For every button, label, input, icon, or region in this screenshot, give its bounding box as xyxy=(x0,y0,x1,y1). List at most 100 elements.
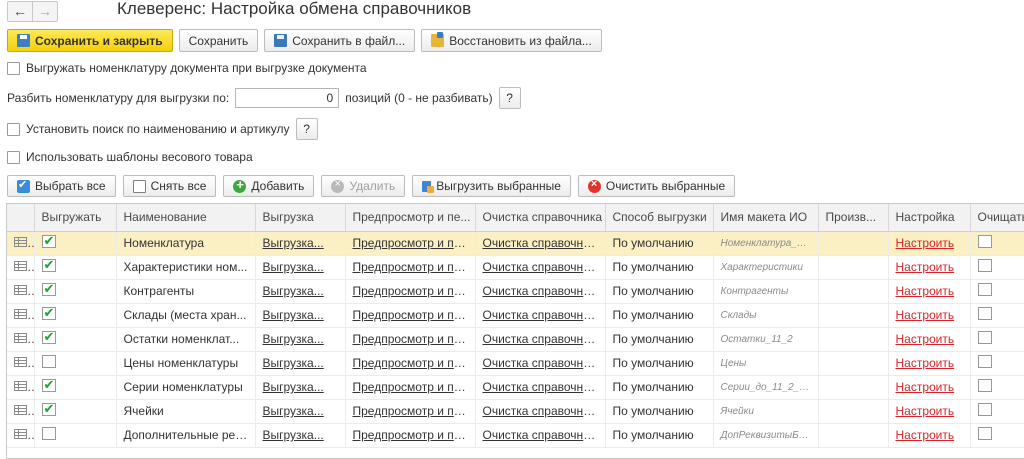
column-header-upload[interactable]: Выгрузка xyxy=(255,204,346,232)
row-method[interactable]: По умолчанию xyxy=(605,327,714,352)
row-clear-link[interactable]: Очистка справочни... xyxy=(475,255,606,280)
row-clear-link[interactable]: Очистка справочни... xyxy=(475,231,606,256)
row-upload-link[interactable]: Выгрузка... xyxy=(255,351,346,376)
row-clean-cell[interactable] xyxy=(970,303,1024,328)
export-nomenclature-option[interactable]: Выгружать номенклатуру документа при выг… xyxy=(7,61,367,75)
row-clean-checkbox[interactable] xyxy=(977,355,992,368)
row-setup-link[interactable]: Настроить xyxy=(888,375,971,400)
row-preview-link[interactable]: Предпросмотр и пе... xyxy=(345,399,476,424)
table-row[interactable]: Склады (места хран...Выгрузка...Предпрос… xyxy=(7,303,1024,328)
row-clear-link[interactable]: Очистка справочни... xyxy=(475,327,606,352)
row-export-checkbox[interactable] xyxy=(41,427,56,440)
save-and-close-button[interactable]: Сохранить и закрыть xyxy=(7,29,173,52)
row-export-cell[interactable] xyxy=(34,351,117,376)
row-producer[interactable] xyxy=(818,303,889,328)
row-clean-checkbox[interactable] xyxy=(977,307,992,320)
row-export-checkbox[interactable] xyxy=(41,257,56,273)
row-clean-checkbox[interactable] xyxy=(977,403,992,416)
add-button[interactable]: Добавить xyxy=(223,175,315,197)
row-method[interactable]: По умолчанию xyxy=(605,255,714,280)
row-export-checkbox[interactable] xyxy=(41,305,56,321)
row-export-checkbox[interactable] xyxy=(41,377,56,393)
row-name[interactable]: Контрагенты xyxy=(116,279,256,304)
row-export-cell[interactable] xyxy=(34,231,117,256)
table-row[interactable]: ЯчейкиВыгрузка...Предпросмотр и пе...Очи… xyxy=(7,399,1024,424)
row-method[interactable]: По умолчанию xyxy=(605,303,714,328)
row-clean-checkbox[interactable] xyxy=(977,331,992,344)
column-header-clear[interactable]: Очистка справочника xyxy=(475,204,606,232)
row-upload-link[interactable]: Выгрузка... xyxy=(255,375,346,400)
restore-from-file-button[interactable]: Восстановить из файла... xyxy=(421,29,602,52)
deselect-all-button[interactable]: Снять все xyxy=(122,175,217,197)
row-export-checkbox[interactable] xyxy=(41,281,56,297)
row-upload-link[interactable]: Выгрузка... xyxy=(255,231,346,256)
table-row[interactable]: Серии номенклатурыВыгрузка...Предпросмот… xyxy=(7,375,1024,400)
row-preview-link[interactable]: Предпросмотр и пе... xyxy=(345,231,476,256)
split-help-button[interactable]: ? xyxy=(498,87,521,109)
export-nomenclature-checkbox[interactable] xyxy=(7,61,20,75)
row-export-checkbox[interactable] xyxy=(41,401,56,417)
row-clear-link[interactable]: Очистка справочни... xyxy=(475,303,606,328)
row-method[interactable]: По умолчанию xyxy=(605,399,714,424)
row-clear-link[interactable]: Очистка справочни... xyxy=(475,399,606,424)
row-preview-link[interactable]: Предпросмотр и пе... xyxy=(345,327,476,352)
search-checkbox[interactable] xyxy=(7,122,20,136)
column-header-producer[interactable]: Произв... xyxy=(818,204,889,232)
row-clean-checkbox[interactable] xyxy=(977,427,992,440)
row-preview-link[interactable]: Предпросмотр и пе... xyxy=(345,423,476,448)
row-layout[interactable]: Контрагенты xyxy=(713,279,819,304)
row-clean-cell[interactable] xyxy=(970,375,1024,400)
row-export-cell[interactable] xyxy=(34,279,117,304)
column-header-name[interactable]: Наименование xyxy=(116,204,256,232)
row-clean-cell[interactable] xyxy=(970,327,1024,352)
save-to-file-button[interactable]: Сохранить в файл... xyxy=(264,29,416,52)
split-count-input[interactable]: 0 xyxy=(235,88,340,108)
row-clean-checkbox[interactable] xyxy=(977,259,992,272)
row-export-cell[interactable] xyxy=(34,375,117,400)
row-layout[interactable]: Ячейки xyxy=(713,399,819,424)
row-preview-link[interactable]: Предпросмотр и пе... xyxy=(345,375,476,400)
row-clear-link[interactable]: Очистка справочни... xyxy=(475,375,606,400)
row-producer[interactable] xyxy=(818,327,889,352)
row-method[interactable]: По умолчанию xyxy=(605,231,714,256)
delete-button[interactable]: Удалить xyxy=(321,175,406,197)
row-clean-cell[interactable] xyxy=(970,231,1024,256)
table-row[interactable]: КонтрагентыВыгрузка...Предпросмотр и пе.… xyxy=(7,279,1024,304)
table-row[interactable]: Характеристики ном...Выгрузка...Предпрос… xyxy=(7,255,1024,280)
row-preview-link[interactable]: Предпросмотр и пе... xyxy=(345,351,476,376)
row-upload-link[interactable]: Выгрузка... xyxy=(255,423,346,448)
row-upload-link[interactable]: Выгрузка... xyxy=(255,327,346,352)
row-setup-link[interactable]: Настроить xyxy=(888,279,971,304)
row-export-cell[interactable] xyxy=(34,423,117,448)
row-upload-link[interactable]: Выгрузка... xyxy=(255,303,346,328)
row-setup-link[interactable]: Настроить xyxy=(888,423,971,448)
row-setup-link[interactable]: Настроить xyxy=(888,351,971,376)
row-layout[interactable]: ДопРеквизитыБе... xyxy=(713,423,819,448)
row-layout[interactable]: Склады xyxy=(713,303,819,328)
row-upload-link[interactable]: Выгрузка... xyxy=(255,255,346,280)
table-row[interactable]: Остатки номенклат...Выгрузка...Предпросм… xyxy=(7,327,1024,352)
row-upload-link[interactable]: Выгрузка... xyxy=(255,279,346,304)
column-header-clean[interactable]: Очищать xyxy=(970,204,1024,232)
row-clean-cell[interactable] xyxy=(970,351,1024,376)
row-preview-link[interactable]: Предпросмотр и пе... xyxy=(345,255,476,280)
row-export-cell[interactable] xyxy=(34,399,117,424)
row-producer[interactable] xyxy=(818,423,889,448)
row-name[interactable]: Ячейки xyxy=(116,399,256,424)
row-export-checkbox[interactable] xyxy=(41,233,56,249)
forward-arrow-icon[interactable]: → xyxy=(32,1,58,22)
table-row[interactable]: Цены номенклатуры Выгрузка... Предпросмотр… xyxy=(7,351,1024,376)
row-method[interactable]: По умолчанию xyxy=(605,351,714,376)
weight-templates-option[interactable]: Использовать шаблоны весового товара xyxy=(7,150,253,164)
row-export-cell[interactable] xyxy=(34,255,117,280)
row-name[interactable]: Номенклатура xyxy=(116,231,256,256)
table-row[interactable]: Дополнительные рек... Выгрузка... Предпрос… xyxy=(7,423,1024,448)
clear-selected-button[interactable]: Очистить выбранные xyxy=(577,175,736,197)
row-clean-cell[interactable] xyxy=(970,279,1024,304)
row-clean-checkbox[interactable] xyxy=(977,379,992,392)
row-setup-link[interactable]: Настроить xyxy=(888,255,971,280)
column-header-method[interactable]: Способ выгрузки xyxy=(605,204,714,232)
row-export-checkbox[interactable] xyxy=(41,355,56,368)
row-setup-link[interactable]: Настроить xyxy=(888,303,971,328)
row-producer[interactable] xyxy=(818,375,889,400)
